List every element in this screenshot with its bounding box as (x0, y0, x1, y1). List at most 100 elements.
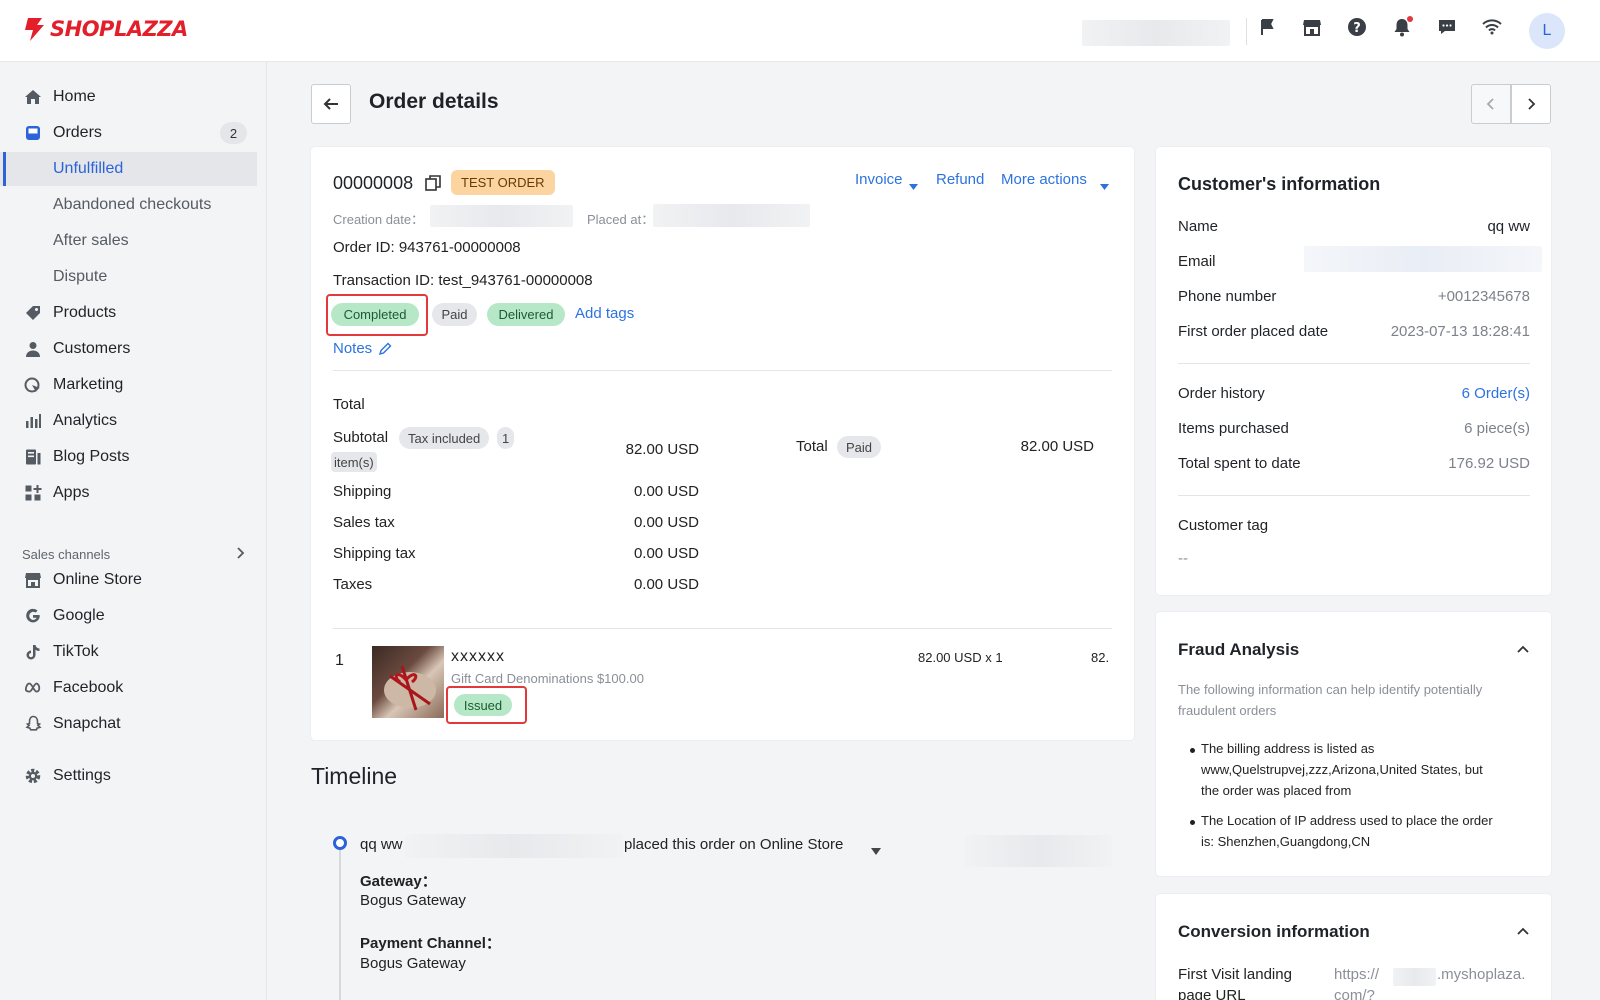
bell-icon[interactable] (1391, 16, 1413, 38)
payment-channel-label: Payment Channel： (360, 935, 501, 952)
meta-icon (24, 679, 42, 697)
sidebar-item-dispute[interactable]: Dispute (0, 260, 257, 294)
marketing-icon (24, 376, 42, 394)
shipping-tax-label: Shipping tax (333, 545, 416, 562)
divider (1178, 495, 1530, 496)
item-count-badge-suffix: item(s) (331, 452, 377, 472)
brand-name: SHOPLAZZA (50, 17, 188, 41)
landing-url-value-line-2[interactable]: com/? (1334, 987, 1375, 1000)
tiktok-icon (24, 643, 42, 661)
sidebar-item-label: Marketing (53, 376, 124, 393)
notes-link[interactable]: Notes (333, 340, 372, 357)
customer-tag-label: Customer tag (1178, 517, 1269, 534)
back-button[interactable] (311, 84, 351, 124)
sidebar-item-settings[interactable]: Settings (0, 759, 257, 793)
refund-button[interactable]: Refund (936, 171, 984, 188)
sidebar-item-label: Orders (53, 124, 102, 141)
subtotal-label: Subtotal (333, 429, 389, 446)
shoplazza-logo[interactable]: SHOPLAZZA (22, 16, 188, 42)
fraud-intro-line-2: fraudulent orders (1178, 703, 1277, 718)
sidebar-item-snapchat[interactable]: Snapchat (0, 707, 257, 741)
sidebar-item-label: Apps (53, 484, 90, 501)
total-value: 82.00 USD (1020, 438, 1094, 455)
flag-icon[interactable] (1256, 16, 1278, 38)
sidebar-item-blog-posts[interactable]: Blog Posts (0, 440, 257, 474)
add-tags-link[interactable]: Add tags (575, 305, 634, 322)
sidebar-item-unfulfilled[interactable]: Unfulfilled (0, 152, 257, 186)
user-avatar[interactable]: L (1529, 13, 1565, 49)
sales-channels-chevron-icon[interactable] (233, 546, 247, 560)
landing-url-value-prefix[interactable]: https:// (1334, 966, 1379, 983)
store-icon[interactable] (1301, 16, 1323, 38)
customer-phone-row: Phone number +0012345678 (1178, 288, 1530, 305)
sidebar-item-orders[interactable]: Orders 2 (0, 116, 257, 150)
timeline-event-time (965, 835, 1112, 867)
chat-icon[interactable] (1436, 16, 1458, 38)
chevron-up-icon[interactable] (1516, 924, 1530, 943)
previous-order-button[interactable] (1471, 84, 1511, 124)
sidebar-item-customers[interactable]: Customers (0, 332, 257, 366)
sidebar: Home Orders 2 Unfulfilled Abandoned chec… (0, 62, 267, 1000)
wifi-icon[interactable] (1481, 16, 1503, 38)
invoice-dropdown[interactable]: Invoice (855, 171, 903, 188)
chevron-left-icon (1486, 98, 1494, 110)
expand-caret-icon[interactable] (871, 842, 881, 860)
analytics-icon (24, 412, 42, 430)
line-item-price-qty: 82.00 USD x 1 (918, 650, 1003, 665)
sidebar-item-abandoned-checkouts[interactable]: Abandoned checkouts (0, 188, 257, 222)
taxes-value: 0.00 USD (633, 576, 699, 593)
fraud-intro-line-1: The following information can help ident… (1178, 682, 1483, 697)
next-order-button[interactable] (1511, 84, 1551, 124)
sidebar-item-label: Settings (53, 767, 111, 784)
customer-phone-value: +0012345678 (1437, 288, 1530, 305)
sidebar-item-marketing[interactable]: Marketing (0, 368, 257, 402)
fraud-analysis-card: Fraud Analysis The following information… (1156, 612, 1551, 876)
sidebar-item-products[interactable]: Products (0, 296, 257, 330)
highlight-box (446, 686, 527, 724)
sidebar-item-apps[interactable]: Apps (0, 476, 257, 510)
person-icon (24, 340, 42, 358)
snapchat-icon (24, 715, 42, 733)
transaction-id: Transaction ID: test_943761-00000008 (333, 272, 593, 289)
customer-information-card: Customer's information Name qq ww Email … (1156, 147, 1551, 595)
chevron-up-icon[interactable] (1516, 642, 1530, 661)
sidebar-item-online-store[interactable]: Online Store (0, 563, 257, 597)
pencil-icon[interactable] (378, 342, 392, 361)
sidebar-item-after-sales[interactable]: After sales (0, 224, 257, 258)
sidebar-item-label: Home (53, 88, 96, 105)
gift-card-product-image[interactable] (372, 646, 444, 718)
google-icon (24, 607, 42, 625)
shipping-tax-value: 0.00 USD (633, 545, 699, 562)
sidebar-item-facebook[interactable]: Facebook (0, 671, 257, 705)
line-item-name[interactable]: xxxxxx (451, 648, 505, 666)
caret-down-icon (1100, 177, 1109, 195)
orders-icon (24, 124, 42, 142)
sidebar-item-label: TikTok (53, 643, 99, 660)
paid-status-tag: Paid (432, 303, 477, 326)
copy-icon[interactable] (424, 174, 442, 192)
first-order-label: First order placed date (1178, 323, 1329, 340)
more-actions-dropdown[interactable]: More actions (1001, 171, 1087, 188)
fraud-analysis-title: Fraud Analysis (1178, 640, 1300, 659)
top-bar: SHOPLAZZA ? L (0, 0, 1600, 62)
sidebar-item-home[interactable]: Home (0, 80, 257, 114)
subtotal-value: 82.00 USD (625, 441, 699, 458)
creation-date-label: Creation date： (333, 212, 425, 227)
sidebar-item-google[interactable]: Google (0, 599, 257, 633)
help-icon[interactable]: ? (1346, 16, 1368, 38)
customer-tag-value: -- (1178, 550, 1188, 567)
sidebar-item-analytics[interactable]: Analytics (0, 404, 257, 438)
sidebar-item-tiktok[interactable]: TikTok (0, 635, 257, 669)
order-history-link[interactable]: 6 Order(s) (1462, 385, 1530, 402)
taxes-label: Taxes (333, 576, 373, 593)
fraud-billing-line-1: The billing address is listed as (1201, 741, 1375, 756)
divider (333, 370, 1112, 371)
customer-name-label: Name (1178, 218, 1219, 235)
customer-name-value[interactable]: qq ww (1487, 218, 1530, 235)
store-selector[interactable] (1082, 20, 1230, 46)
timeline-title: Timeline (311, 763, 398, 789)
landing-url-value-domain[interactable]: .myshoplaza. (1437, 966, 1525, 983)
divider (1178, 363, 1530, 364)
timeline-dot-icon (333, 836, 347, 850)
customer-name-row: Name qq ww (1178, 218, 1530, 235)
